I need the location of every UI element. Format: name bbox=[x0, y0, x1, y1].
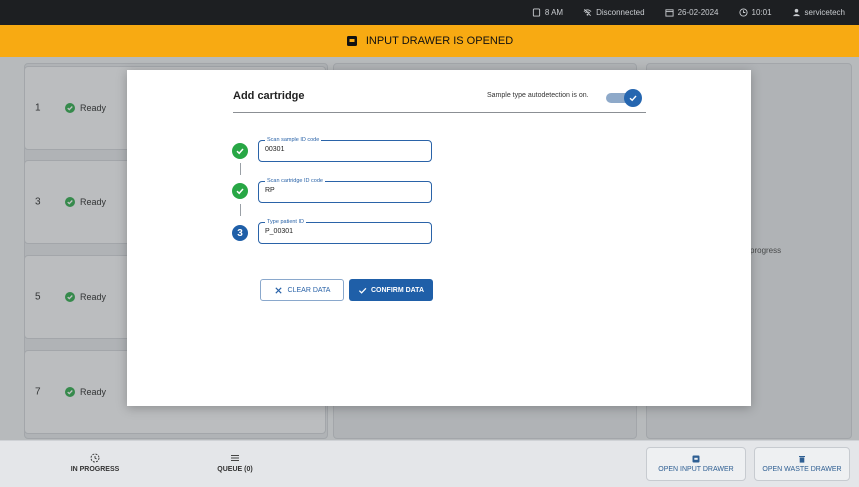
open-waste-drawer-button[interactable]: OPEN WASTE DRAWER bbox=[754, 447, 850, 481]
toggle-knob bbox=[624, 89, 642, 107]
trash-icon bbox=[799, 456, 805, 463]
close-icon bbox=[274, 286, 282, 294]
tab-queue[interactable]: QUEUE (0) bbox=[205, 440, 265, 486]
time-label: 10:01 bbox=[751, 8, 772, 17]
drawer-icon bbox=[346, 36, 357, 46]
autodetect-toggle[interactable] bbox=[604, 89, 646, 107]
clock-icon bbox=[738, 8, 748, 17]
drawer-time: 8 AM bbox=[544, 8, 564, 17]
check-icon bbox=[236, 148, 244, 155]
tab-in-progress[interactable]: IN PROGRESS bbox=[60, 440, 130, 486]
patient-id-label: Type patient ID bbox=[265, 218, 306, 226]
patient-id-field[interactable]: Type patient ID bbox=[258, 218, 432, 244]
drawer-icon bbox=[532, 8, 540, 17]
date-display: 26-02-2024 bbox=[665, 8, 719, 17]
connection-label: Disconnected bbox=[596, 8, 645, 17]
wifi-off-icon bbox=[583, 9, 592, 16]
status-bar: 8 AM Disconnected 26-02-2024 10:01 servi… bbox=[0, 0, 859, 25]
patient-id-input[interactable] bbox=[265, 228, 415, 235]
autodetect-label: Sample type autodetection is on. bbox=[487, 92, 589, 99]
time-display: 10:01 bbox=[738, 8, 772, 17]
sample-id-input[interactable] bbox=[265, 146, 415, 153]
clear-data-button[interactable]: CLEAR DATA bbox=[260, 279, 344, 301]
open-input-drawer-label: OPEN INPUT DRAWER bbox=[658, 466, 734, 473]
progress-icon bbox=[90, 453, 100, 463]
step-connector bbox=[240, 204, 241, 216]
cartridge-id-input[interactable] bbox=[265, 187, 415, 194]
drawer-open-banner: INPUT DRAWER IS OPENED bbox=[0, 25, 859, 57]
title-divider bbox=[233, 112, 646, 113]
sample-id-label: Scan sample ID code bbox=[265, 136, 322, 144]
open-input-drawer-button[interactable]: OPEN INPUT DRAWER bbox=[646, 447, 746, 481]
step-complete-icon bbox=[232, 183, 248, 199]
user-icon bbox=[792, 8, 800, 17]
dialog-title: Add cartridge bbox=[233, 90, 305, 102]
step-complete-icon bbox=[232, 143, 248, 159]
input-drawer-icon bbox=[692, 455, 700, 463]
clear-data-label: CLEAR DATA bbox=[287, 286, 331, 294]
calendar-icon bbox=[665, 9, 674, 17]
open-waste-drawer-label: OPEN WASTE DRAWER bbox=[762, 466, 842, 473]
check-icon bbox=[236, 188, 244, 195]
add-cartridge-dialog bbox=[127, 70, 751, 406]
step-connector bbox=[240, 163, 241, 175]
tab-in-progress-label: IN PROGRESS bbox=[70, 466, 120, 473]
tab-queue-label: QUEUE (0) bbox=[217, 466, 253, 473]
list-icon bbox=[231, 455, 239, 461]
cartridge-id-field[interactable]: Scan cartridge ID code bbox=[258, 177, 432, 203]
drawer-status: 8 AM bbox=[532, 8, 563, 17]
date-label: 26-02-2024 bbox=[677, 8, 719, 17]
user-label: servicetech bbox=[804, 8, 845, 17]
connection-status: Disconnected bbox=[583, 8, 645, 17]
step-number-badge: 3 bbox=[232, 225, 248, 241]
check-icon bbox=[358, 287, 367, 294]
check-icon bbox=[629, 95, 637, 102]
banner-text: INPUT DRAWER IS OPENED bbox=[365, 35, 514, 47]
confirm-data-label: CONFIRM DATA bbox=[370, 286, 424, 294]
cartridge-id-label: Scan cartridge ID code bbox=[265, 177, 325, 185]
confirm-data-button[interactable]: CONFIRM DATA bbox=[349, 279, 433, 301]
sample-id-field[interactable]: Scan sample ID code bbox=[258, 136, 432, 162]
user-display[interactable]: servicetech bbox=[792, 8, 845, 17]
